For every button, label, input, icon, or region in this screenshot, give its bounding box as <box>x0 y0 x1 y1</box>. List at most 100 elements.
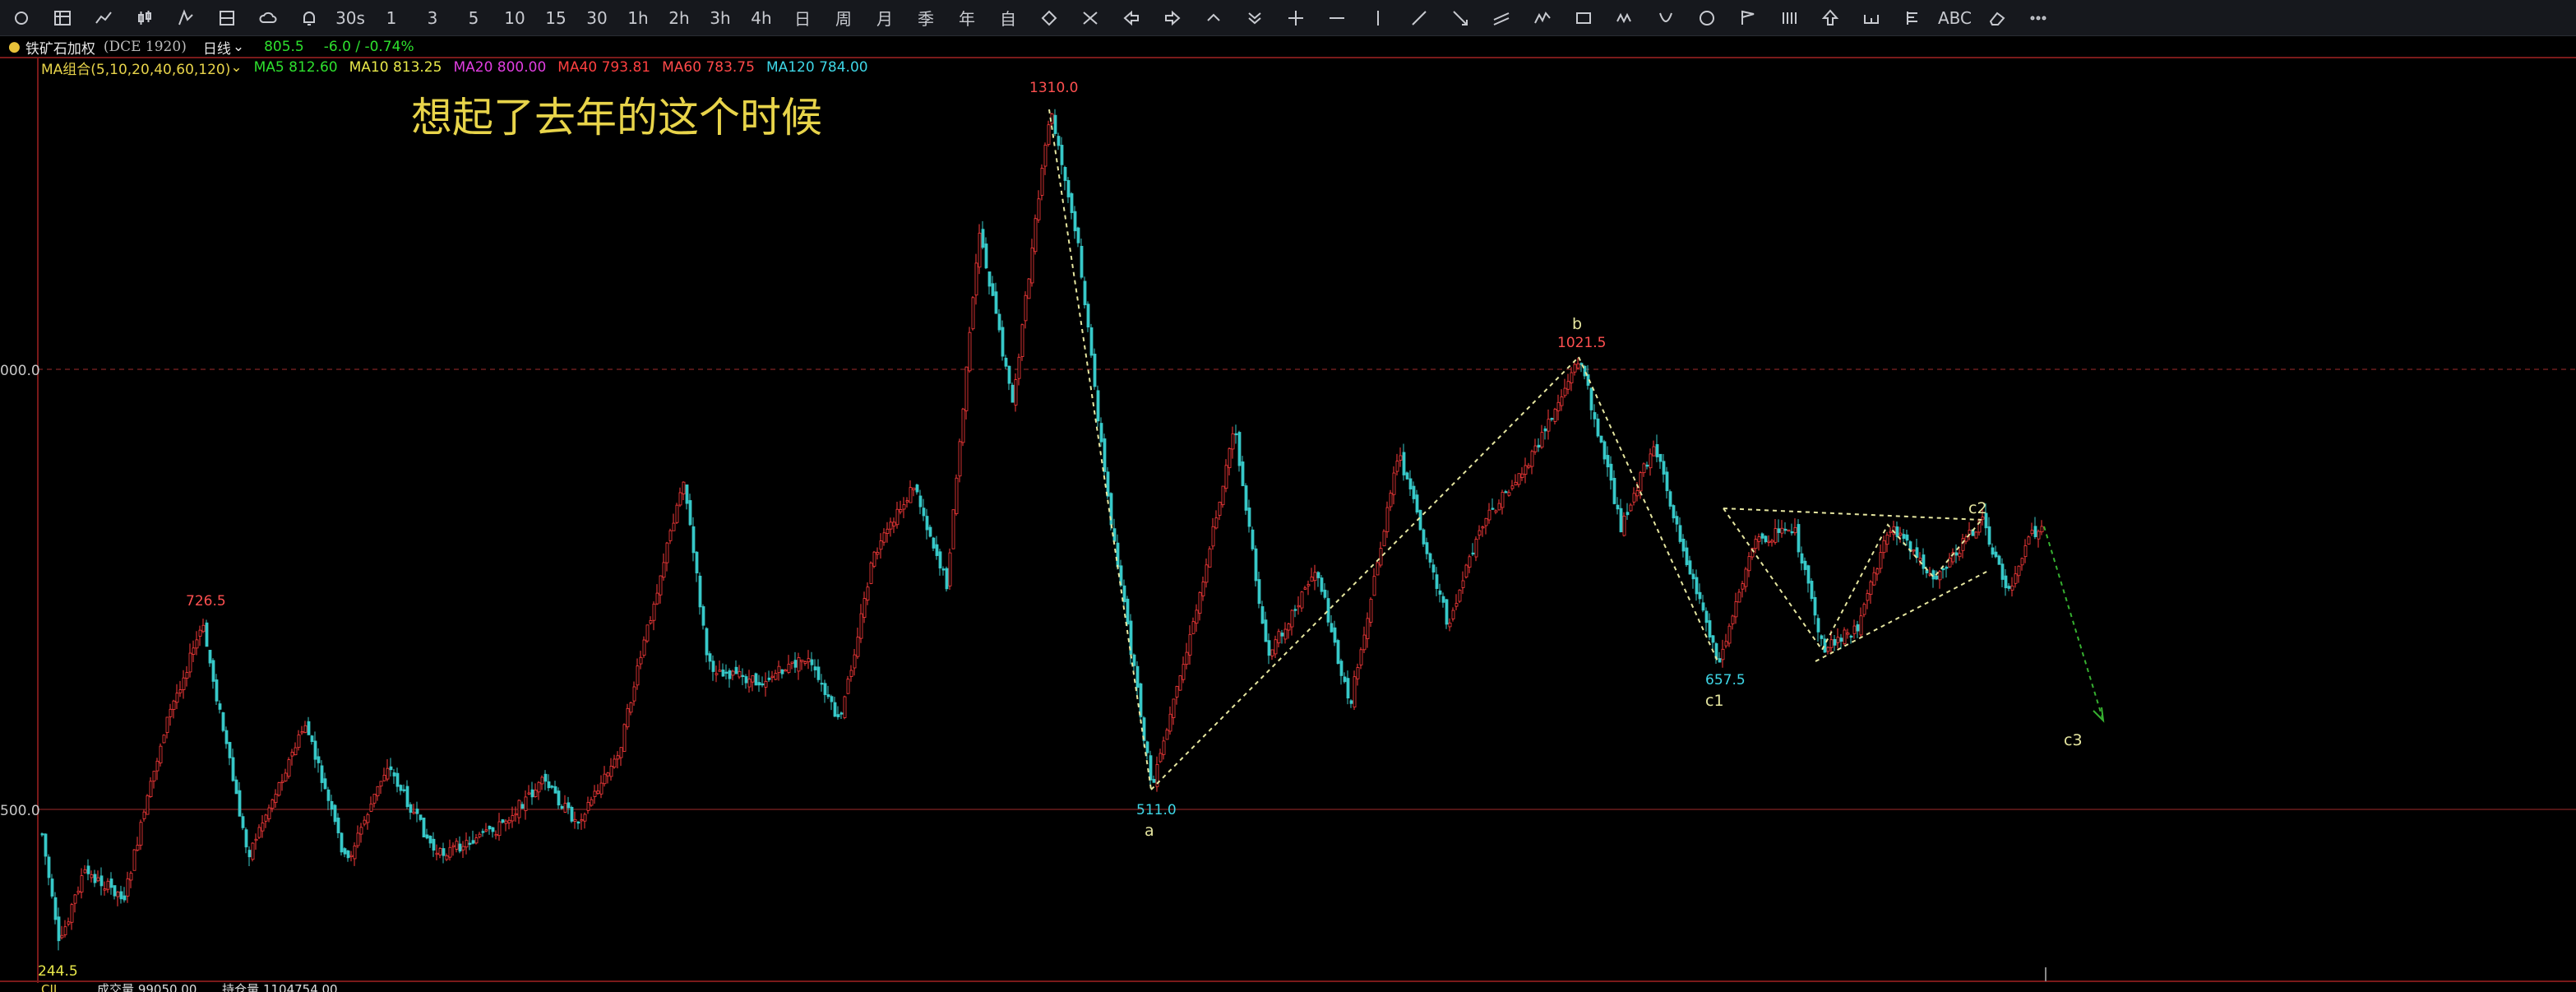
candle-body <box>1234 433 1238 436</box>
candle-body <box>1205 564 1209 583</box>
wave-c1-value: 657.5 <box>1705 672 1746 688</box>
caption-text: 想起了去年的这个时候 <box>411 94 822 141</box>
candle-body <box>1665 471 1669 492</box>
candle-body <box>333 804 337 823</box>
candle-body <box>1764 535 1768 543</box>
candle-body <box>2017 565 2021 577</box>
candle-body <box>188 652 192 673</box>
candle-body <box>1662 461 1666 475</box>
candle-body <box>909 487 913 503</box>
candle-body <box>119 891 123 900</box>
candle-body <box>340 832 344 853</box>
candle-body <box>1198 591 1202 614</box>
candle-body <box>1553 409 1557 422</box>
candle-body <box>1290 610 1294 628</box>
candle-body <box>803 661 807 664</box>
candle-body <box>379 781 383 787</box>
candle-body <box>1333 627 1337 643</box>
candle-body <box>1912 549 1916 552</box>
candle-body <box>1504 491 1508 494</box>
candle-body <box>297 735 301 749</box>
candle-body <box>1405 472 1409 480</box>
candle-body <box>567 802 571 809</box>
candle-body <box>606 772 610 776</box>
candle-body <box>1609 463 1613 481</box>
candle-body <box>958 441 962 477</box>
candle-body <box>856 637 860 657</box>
open-interest-value: 持仓量 1104754.00 <box>222 982 338 992</box>
candle-body <box>1626 512 1630 516</box>
candle-body <box>198 629 202 637</box>
candle-body <box>1237 432 1242 466</box>
candle-body <box>1570 372 1574 383</box>
candle-body <box>1011 384 1015 403</box>
candle-body <box>797 657 801 672</box>
candle-body <box>392 772 396 776</box>
candle-body <box>974 262 978 296</box>
candle-body <box>1501 492 1505 508</box>
indicator-name[interactable]: CJL <box>41 982 60 992</box>
candle-body <box>1938 571 1942 581</box>
candle-body <box>1708 620 1712 637</box>
candle-body <box>517 800 521 818</box>
candle-body <box>57 916 61 942</box>
price-chart[interactable]: 000.0 500.0 1310.0 726.5 1021.5 b 511.0 … <box>0 0 2576 992</box>
candle-body <box>1895 526 1899 537</box>
candle-body <box>109 878 113 888</box>
candle-body <box>1622 516 1626 536</box>
candle-body <box>1843 629 1847 645</box>
candle-body <box>1004 357 1008 367</box>
candle-body <box>271 799 275 809</box>
candle-body <box>277 782 281 796</box>
candle-body <box>1313 572 1317 582</box>
candle-body <box>734 666 738 674</box>
candle-body <box>47 856 51 878</box>
candle-body <box>1382 531 1386 547</box>
candle-body <box>152 771 156 781</box>
candle-body <box>945 568 949 590</box>
candle-body <box>382 775 386 781</box>
candle-body <box>770 675 775 679</box>
candle-body <box>323 778 327 790</box>
candle-body <box>1540 432 1544 448</box>
candle-body <box>514 813 518 816</box>
candle-body <box>2027 536 2031 545</box>
candle-body <box>40 833 44 836</box>
candle-body <box>267 807 271 819</box>
candle-body <box>527 792 531 795</box>
candle-body <box>1300 591 1304 609</box>
wave-c2-label: c2 <box>1968 499 1987 517</box>
candle-body <box>422 817 426 838</box>
candle-body <box>1543 428 1547 432</box>
candle-body <box>1829 639 1834 648</box>
candle-body <box>826 694 830 698</box>
candle-body <box>629 702 633 713</box>
candle-body <box>872 551 876 567</box>
candle-body <box>718 670 722 672</box>
candle-body <box>849 670 853 677</box>
candle-body <box>1556 401 1561 411</box>
candle-body <box>1481 526 1485 529</box>
candle-body <box>507 819 511 823</box>
candle-body <box>593 790 597 797</box>
candle-body <box>369 803 373 812</box>
candle-body <box>961 408 965 443</box>
candle-body <box>813 666 817 670</box>
candle-body <box>537 781 541 793</box>
candle-body <box>905 500 909 503</box>
candle-body <box>1668 491 1672 507</box>
candle-body <box>968 331 972 372</box>
candle-body <box>892 521 896 526</box>
candle-body <box>1872 572 1876 586</box>
candle-body <box>448 846 452 858</box>
candle-body <box>557 790 561 806</box>
candle-body <box>185 672 189 679</box>
candle-body <box>751 675 755 683</box>
candle-body <box>99 875 104 887</box>
candle-body <box>1089 327 1094 356</box>
candle-body <box>1425 542 1429 554</box>
wave-c1-label: c1 <box>1705 692 1724 710</box>
candle-body <box>136 845 140 851</box>
candle-body <box>1070 192 1074 213</box>
candle-body <box>978 233 982 268</box>
